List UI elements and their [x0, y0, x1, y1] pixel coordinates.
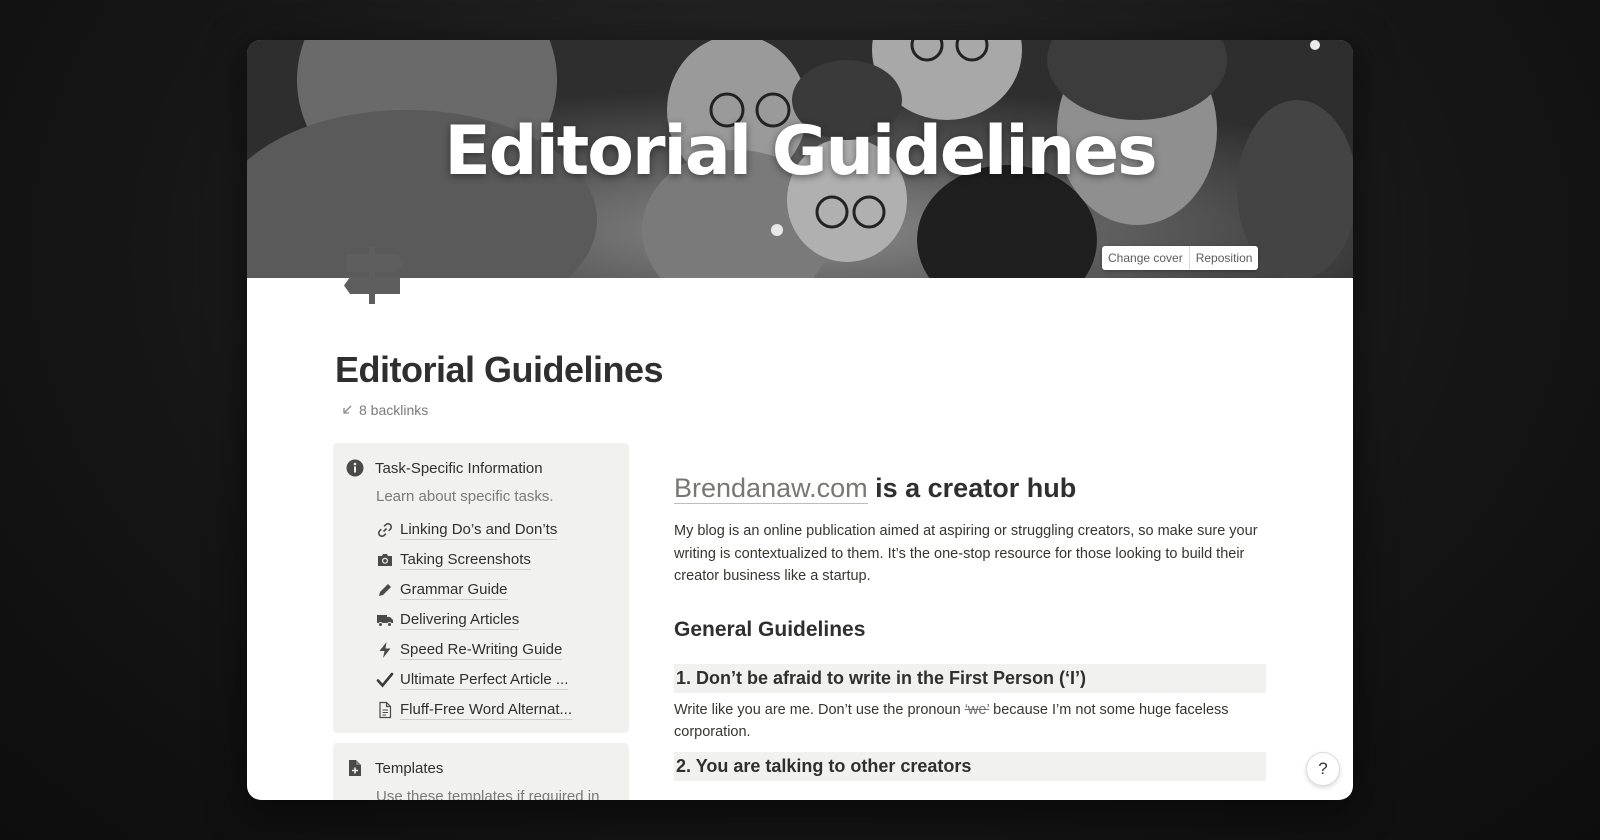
backlinks-button[interactable]: 8 backlinks: [341, 402, 428, 418]
camera-icon: [378, 554, 392, 566]
pencil-icon: [379, 584, 391, 596]
backlinks-label: 8 backlinks: [359, 402, 429, 418]
signpost-icon[interactable]: [342, 246, 404, 309]
main-content: Brendanaw.com is a creator hub My blog i…: [674, 468, 1266, 781]
callout-header: Templates: [346, 759, 443, 777]
link-grammar-guide[interactable]: Grammar Guide: [376, 575, 572, 605]
callout-task-specific: Task-Specific Information Learn about sp…: [333, 443, 629, 733]
change-cover-button[interactable]: Change cover: [1102, 246, 1189, 270]
rule-1-heading: 1. Don’t be afraid to write in the First…: [674, 663, 1266, 693]
page-title: Editorial Guidelines: [335, 349, 664, 390]
callout-description: Use these templates if required in: [376, 788, 600, 800]
link-speed-rewriting-guide[interactable]: Speed Re-Writing Guide: [376, 635, 572, 665]
brendanaw-link[interactable]: Brendanaw.com: [674, 473, 868, 504]
link-label: Grammar Guide: [400, 580, 508, 600]
truck-icon: [377, 615, 393, 627]
link-label: Speed Re-Writing Guide: [400, 640, 563, 660]
lightning-icon: [379, 642, 391, 658]
callout-title: Templates: [375, 759, 444, 777]
rule-1-text-start: Write like you are me. Don’t use the pro…: [674, 701, 965, 718]
rule-1-paragraph: Write like you are me. Don’t use the pro…: [674, 699, 1266, 744]
notion-page-window: Editorial Guidelines Change cover Reposi…: [247, 40, 1353, 800]
help-button[interactable]: ?: [1306, 752, 1340, 786]
reposition-button[interactable]: Reposition: [1188, 246, 1259, 270]
link-label: Taking Screenshots: [400, 550, 531, 570]
callout-header: Task-Specific Information: [346, 459, 543, 477]
callout-description: Learn about specific tasks.: [376, 488, 554, 505]
link-label: Delivering Articles: [400, 610, 520, 630]
callout-templates: Templates Use these templates if require…: [333, 743, 629, 800]
hub-heading-text: is a creator hub: [867, 473, 1077, 503]
info-icon: [346, 459, 364, 477]
task-link-list: Linking Do’s and Don’ts Taking Screensho…: [376, 515, 573, 725]
rule-2-heading: 2. You are talking to other creators: [674, 751, 1266, 781]
link-linking-dos-donts[interactable]: Linking Do’s and Don’ts: [376, 515, 572, 545]
checkmark-icon: [376, 672, 394, 688]
cover-title: Editorial Guidelines: [444, 112, 1157, 191]
link-label: Ultimate Perfect Article ...: [400, 670, 569, 690]
general-guidelines-heading: General Guidelines: [674, 617, 866, 641]
cover-actions: Change cover Reposition: [1102, 246, 1259, 270]
intro-paragraph: My blog is an online publication aimed a…: [674, 523, 1258, 584]
template-document-icon: [349, 760, 361, 776]
link-fluff-free-word-alternatives[interactable]: Fluff-Free Word Alternat...: [376, 695, 573, 725]
link-label: Linking Do’s and Don’ts: [400, 520, 558, 540]
rule-1-strikethrough: ‘we’: [964, 701, 990, 718]
link-ultimate-perfect-article[interactable]: Ultimate Perfect Article ...: [376, 665, 572, 695]
cover-image: Editorial Guidelines Change cover Reposi…: [247, 40, 1353, 278]
hub-heading: Brendanaw.com is a creator hub: [674, 468, 1266, 508]
document-icon: [379, 701, 392, 719]
arrow-down-left-icon: [343, 405, 352, 414]
link-delivering-articles[interactable]: Delivering Articles: [376, 605, 572, 635]
link-label: Fluff-Free Word Alternat...: [400, 700, 573, 720]
callout-title: Task-Specific Information: [375, 459, 543, 477]
link-icon: [377, 522, 393, 538]
link-taking-screenshots[interactable]: Taking Screenshots: [376, 545, 572, 575]
